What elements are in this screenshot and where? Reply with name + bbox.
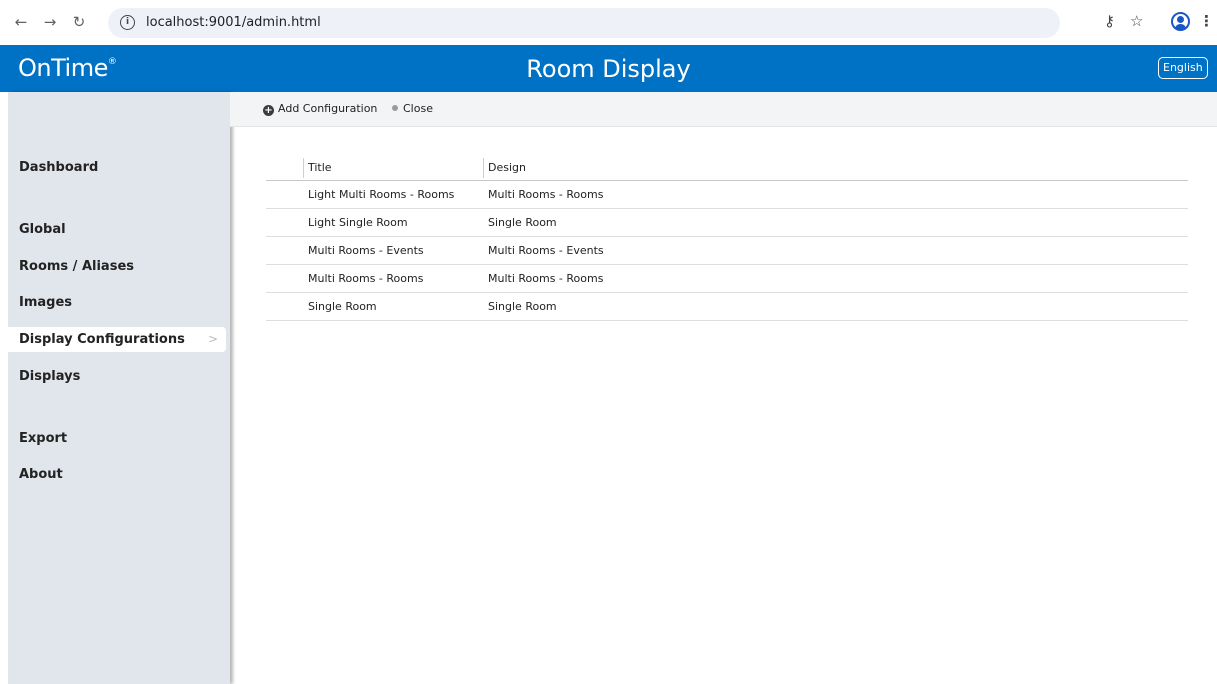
close-label: Close xyxy=(403,102,433,115)
cell-design: Multi Rooms - Rooms xyxy=(488,272,604,285)
sidebar-item-display-configurations[interactable]: Display Configurations > xyxy=(8,327,226,352)
sidebar-item-export[interactable]: Export xyxy=(8,426,226,451)
back-icon[interactable]: ← xyxy=(12,12,30,32)
forward-icon[interactable]: → xyxy=(41,12,59,32)
column-header-design[interactable]: Design xyxy=(483,158,683,178)
sidebar: Dashboard Global Rooms / Aliases Images … xyxy=(8,92,230,684)
sidebar-item-about[interactable]: About xyxy=(8,462,226,487)
add-configuration-label: Add Configuration xyxy=(278,102,378,115)
cell-title: Single Room xyxy=(308,300,377,313)
cell-title: Light Multi Rooms - Rooms xyxy=(308,188,455,201)
table-row[interactable]: Light Multi Rooms - Rooms Multi Rooms - … xyxy=(266,181,1188,209)
add-circle-icon: + xyxy=(263,105,274,116)
column-header-title[interactable]: Title xyxy=(303,158,483,178)
address-bar[interactable]: i localhost:9001/admin.html xyxy=(108,8,1060,38)
cell-design: Single Room xyxy=(488,300,557,313)
site-info-icon[interactable]: i xyxy=(120,15,135,30)
password-key-icon[interactable]: ⚷ xyxy=(1104,12,1115,30)
cell-design: Single Room xyxy=(488,216,557,229)
chevron-right-icon: > xyxy=(207,332,218,346)
cell-title: Multi Rooms - Rooms xyxy=(308,272,424,285)
browser-menu-icon[interactable]: ⋮ xyxy=(1199,12,1214,30)
url-text[interactable]: localhost:9001/admin.html xyxy=(146,15,321,30)
language-button[interactable]: English xyxy=(1158,57,1208,79)
table-header: Title Design xyxy=(266,154,1188,181)
action-toolbar: + Add Configuration Close xyxy=(230,92,1217,127)
browser-toolbar: ← → ↻ i localhost:9001/admin.html ⚷ ☆ ⋮ xyxy=(0,0,1217,45)
add-configuration-button[interactable]: + Add Configuration xyxy=(263,102,377,116)
cell-design: Multi Rooms - Events xyxy=(488,244,604,257)
app-header: OnTime® Room Display English xyxy=(0,45,1217,92)
sidebar-item-displays[interactable]: Displays xyxy=(8,364,226,389)
table-row[interactable]: Light Single Room Single Room xyxy=(266,209,1188,237)
configurations-table: Title Design Light Multi Rooms - Rooms M… xyxy=(266,154,1188,321)
cell-title: Multi Rooms - Events xyxy=(308,244,424,257)
sidebar-item-dashboard[interactable]: Dashboard xyxy=(8,155,226,180)
sidebar-item-label: Display Configurations xyxy=(19,332,185,347)
bookmark-star-icon[interactable]: ☆ xyxy=(1130,12,1143,30)
close-button[interactable]: Close xyxy=(392,102,433,115)
table-row[interactable]: Multi Rooms - Rooms Multi Rooms - Rooms xyxy=(266,265,1188,293)
table-row[interactable]: Multi Rooms - Events Multi Rooms - Event… xyxy=(266,237,1188,265)
page-title: Room Display xyxy=(526,55,691,83)
sidebar-item-images[interactable]: Images xyxy=(8,290,226,315)
close-dot-icon xyxy=(392,105,398,111)
reload-icon[interactable]: ↻ xyxy=(70,12,88,32)
cell-title: Light Single Room xyxy=(308,216,408,229)
cell-design: Multi Rooms - Rooms xyxy=(488,188,604,201)
profile-icon[interactable] xyxy=(1171,12,1190,31)
sidebar-item-rooms-aliases[interactable]: Rooms / Aliases xyxy=(8,254,226,279)
sidebar-item-global[interactable]: Global xyxy=(8,217,226,242)
table-row[interactable]: Single Room Single Room xyxy=(266,293,1188,321)
